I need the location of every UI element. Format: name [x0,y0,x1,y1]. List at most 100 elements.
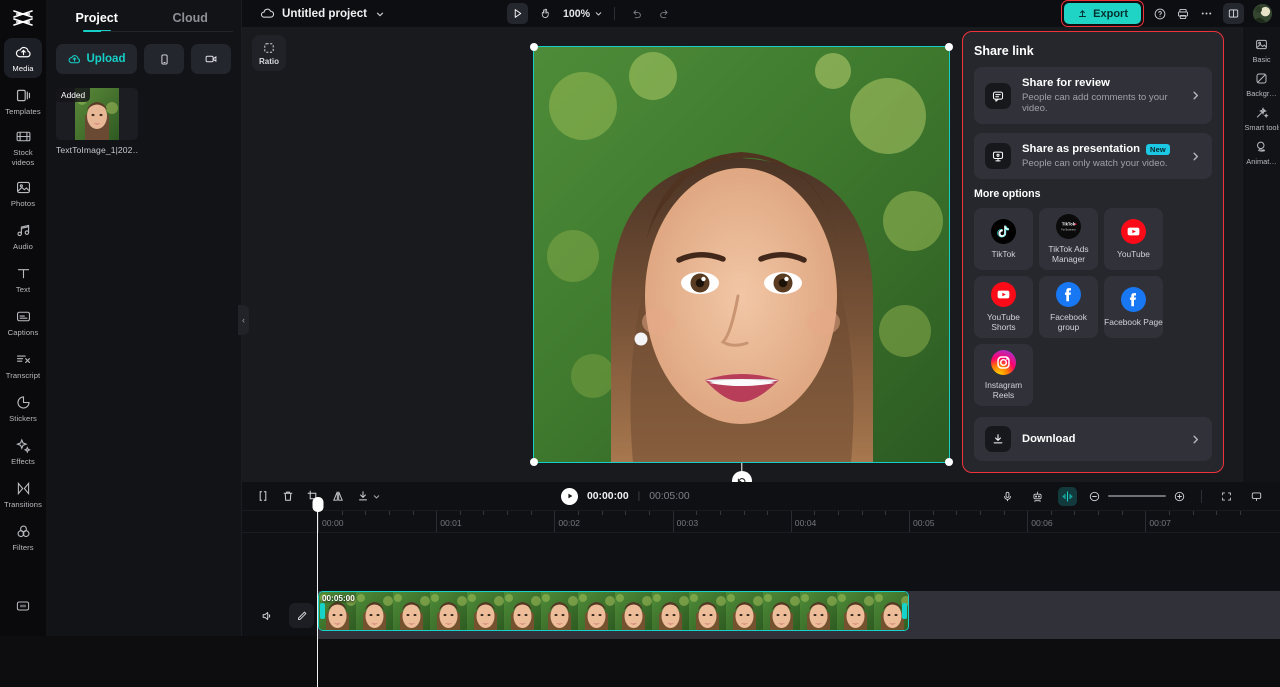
media-panel-tabs: Project Cloud [46,0,241,32]
record-button[interactable] [191,44,231,74]
share-tile-tiktok[interactable]: TikTok [974,208,1033,270]
right-item-smart-tools[interactable]: Smart tools [1245,105,1279,132]
timeline-ruler[interactable]: 00:00 00:01 00:02 00:03 00:04 00:05 00:06 00:07 [242,511,1280,533]
total-duration: 00:05:00 [649,490,690,502]
hand-tool-button[interactable] [535,3,556,24]
zoom-slider[interactable] [1088,490,1186,503]
current-time: 00:00:00 [587,490,629,502]
zoom-slider-track[interactable] [1108,495,1166,497]
clip-trim-handle-left[interactable] [320,603,325,619]
sidebar-item-label: Captions [7,327,39,337]
sidebar-item-transitions[interactable]: Transitions [4,474,42,514]
redo-button[interactable] [654,3,675,24]
undo-button[interactable] [626,3,647,24]
ruler-minor-tick [578,511,580,515]
capcut-logo-icon[interactable] [0,4,46,32]
auto-captions-icon[interactable] [1028,487,1047,506]
share-tile-instagram-reels[interactable]: Instagram Reels [974,344,1033,406]
sidebar-item-transcript[interactable]: Transcript [4,345,42,385]
sidebar-item-text[interactable]: Text [4,259,42,299]
tab-project[interactable]: Project [50,11,144,32]
more-horizontal-icon[interactable] [1199,6,1214,21]
share-tile-facebook-group[interactable]: Facebook group [1039,276,1098,338]
ruler-minor-tick [1121,511,1123,515]
share-tile-youtube-shorts[interactable]: YouTube Shorts [974,276,1033,338]
clip-trim-handle-right[interactable] [902,603,907,619]
sidebar-item-templates[interactable]: Templates [4,81,42,121]
share-for-review-row[interactable]: Share for review People can add comments… [974,67,1212,124]
share-tile-youtube[interactable]: YouTube [1104,208,1163,270]
video-track-lane[interactable]: 00:05:00 [318,591,1280,639]
pencil-edit-icon[interactable] [289,603,314,628]
clip-frame [393,592,430,630]
divider [1201,489,1202,503]
share-tile-tiktok-ads-manager[interactable]: TikTok For Business TikTok Ads Manager [1039,208,1098,270]
right-item-basic[interactable]: Basic [1245,37,1279,64]
export-button[interactable]: Export [1064,3,1141,24]
ratio-button[interactable]: Ratio [252,35,286,71]
mirror-flip-icon[interactable] [331,489,345,503]
ruler-minor-tick [1192,511,1194,515]
sidebar-item-stock-videos[interactable]: Stock videos [4,124,42,170]
youtube-icon [1121,219,1146,244]
share-row-subtitle: People can only watch your video. [1022,158,1168,169]
playhead-knob[interactable] [312,497,324,512]
upload-button[interactable]: Upload [56,44,137,74]
ruler-label: 00:01 [440,518,462,528]
video-canvas[interactable] [530,43,953,491]
split-icon[interactable] [256,489,270,503]
export-upload-icon [1077,8,1088,19]
right-item-background[interactable]: Backgr… [1245,71,1279,98]
chevron-down-icon[interactable] [375,9,385,19]
zoom-out-icon[interactable] [1088,490,1101,503]
ruler-minor-tick [648,511,650,515]
share-tile-facebook-page[interactable]: Facebook Page [1104,276,1163,338]
zoom-level-value: 100% [563,7,591,20]
share-row-title-text: Share as presentation [1022,143,1141,155]
delete-trash-icon[interactable] [281,489,295,503]
list-item[interactable]: Added TextToImage_1|202… [56,88,138,155]
download-row[interactable]: Download [974,417,1212,461]
zoom-level-selector[interactable]: 100% [563,8,603,20]
right-item-animation[interactable]: Animat… [1245,139,1279,166]
download-arrow-icon[interactable] [356,489,381,503]
sidebar-item-photos[interactable]: Photos [4,173,42,213]
share-as-presentation-row[interactable]: Share as presentation New People can onl… [974,133,1212,179]
chevron-down-icon [594,9,603,18]
cloud-icon [260,7,274,21]
fit-screen-icon[interactable] [1217,487,1236,506]
playhead[interactable] [312,497,324,687]
sidebar-item-filters[interactable]: Filters [4,517,42,557]
split-layout-button[interactable] [1223,3,1244,24]
sidebar-item-captions[interactable]: Captions [4,302,42,342]
ratio-label: Ratio [259,56,279,66]
sidebar-item-effects[interactable]: Effects [4,431,42,471]
canvas-content [533,46,950,463]
sidebar-item-media[interactable]: Media [4,38,42,78]
select-tool-button[interactable] [507,3,528,24]
printer-icon[interactable] [1176,7,1190,21]
filters-icon [15,523,32,540]
transcript-icon [15,351,32,368]
tab-cloud[interactable]: Cloud [144,11,238,32]
zoom-in-icon[interactable] [1173,490,1186,503]
avatar[interactable] [1253,4,1272,23]
canvas-tools: 100% [507,3,675,24]
panel-collapse-toggle[interactable]: ‹ [238,305,249,335]
import-from-phone-button[interactable] [144,44,184,74]
sidebar-item-stickers[interactable]: Stickers [4,388,42,428]
media-thumbnail[interactable]: Added [56,88,138,140]
play-button[interactable] [561,487,578,505]
project-info[interactable]: Untitled project [242,7,385,21]
sidebar-item-label: Audio [13,241,33,251]
audio-waveform-icon[interactable] [1058,486,1077,506]
video-clip[interactable]: 00:05:00 [318,591,909,631]
help-circle-icon[interactable] [1153,7,1167,21]
preview-monitor-icon[interactable] [1247,487,1266,506]
sidebar-item-audio[interactable]: Audio [4,216,42,256]
sidebar-item-more[interactable] [4,585,42,625]
ruler-label: 00:07 [1149,518,1171,528]
tile-label: YouTube [1117,249,1150,259]
speaker-icon[interactable] [254,603,279,628]
microphone-icon[interactable] [998,487,1017,506]
